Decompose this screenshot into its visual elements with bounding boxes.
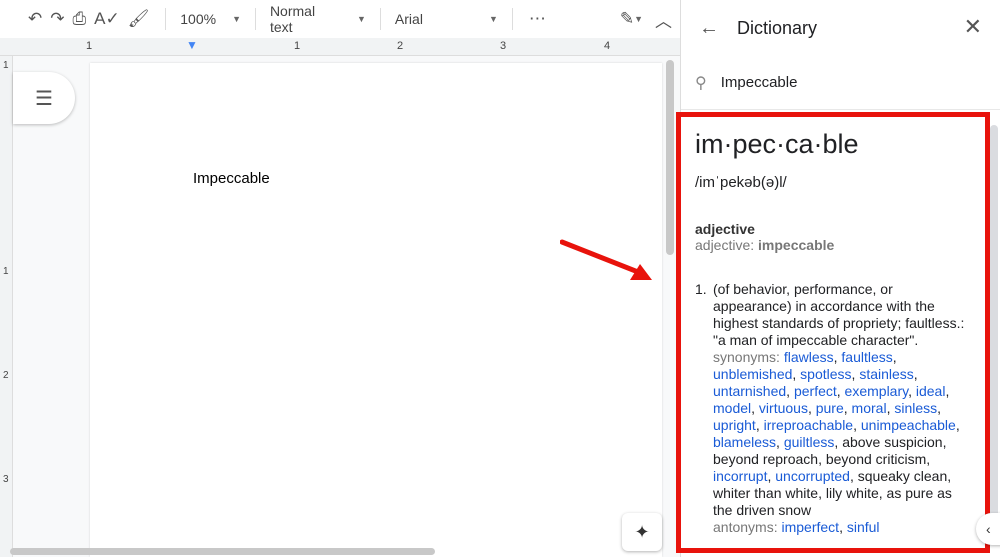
explore-button[interactable]: ✦ [622, 513, 662, 551]
search-icon: ⚲ [695, 74, 707, 92]
vertical-scrollbar[interactable] [666, 60, 674, 255]
panel-title: Dictionary [737, 17, 818, 38]
editing-mode-icon[interactable]: ✎ ▼ [620, 5, 643, 33]
collapse-toolbar-icon[interactable]: ︿ [655, 5, 672, 33]
vertical-ruler[interactable]: 1 1 2 3 [0, 56, 13, 557]
toolbar: ↶ ↷ ⎙ A✓ 🖌 100% ▼ Normal text ▼ Arial ▼ ⋯ ✎… [0, 0, 680, 38]
collapse-panel-button[interactable]: ‹ [976, 513, 1000, 545]
explore-icon: ✦ [634, 521, 650, 542]
paint-format-icon[interactable]: 🖌 [128, 5, 150, 33]
divider [254, 8, 256, 30]
divider [511, 8, 513, 30]
outline-icon: ☰ [35, 87, 53, 110]
ruler-label: 2 [3, 370, 9, 381]
horizontal-ruler[interactable]: 1 ▼ 1 2 3 4 [0, 38, 680, 56]
back-arrow-icon[interactable]: ← [699, 17, 719, 40]
font-value: Arial [394, 11, 423, 27]
chevron-down-icon: ▼ [488, 14, 498, 24]
document-text[interactable]: Impeccable [193, 170, 270, 187]
close-icon[interactable]: ✕ [964, 14, 982, 40]
highlight-box-annotation [676, 112, 990, 553]
undo-icon[interactable]: ↶ [28, 5, 42, 33]
spellcheck-icon[interactable]: A✓ [94, 5, 120, 33]
zoom-value: 100% [180, 11, 217, 27]
chevron-down-icon: ▼ [357, 14, 366, 24]
font-dropdown[interactable]: Arial ▼ [389, 11, 504, 27]
ruler-label: 4 [604, 40, 611, 52]
divider [165, 8, 167, 30]
redo-icon[interactable]: ↷ [50, 5, 64, 33]
indent-marker-icon[interactable]: ▼ [186, 38, 198, 52]
more-icon[interactable]: ⋯ [529, 5, 546, 33]
divider [379, 8, 381, 30]
style-dropdown[interactable]: Normal text ▼ [264, 3, 372, 35]
document-page[interactable]: Impeccable [90, 63, 662, 557]
chevron-down-icon: ▼ [232, 14, 241, 24]
ruler-label: 3 [3, 474, 9, 485]
ruler-label: 1 [86, 40, 93, 52]
style-value: Normal text [269, 3, 316, 35]
zoom-dropdown[interactable]: 100% ▼ [174, 11, 247, 27]
ruler-label: 2 [397, 40, 404, 52]
ruler-label: 1 [3, 266, 9, 277]
dictionary-search-input[interactable]: ⚲ Impeccable [681, 56, 1000, 110]
red-arrow-annotation [560, 239, 652, 280]
print-icon[interactable]: ⎙ [73, 5, 87, 33]
ruler-label: 3 [500, 40, 507, 52]
horizontal-scrollbar[interactable] [10, 548, 435, 555]
search-value: Impeccable [720, 74, 798, 91]
ruler-label: 1 [294, 40, 301, 52]
ruler-label: 1 [3, 60, 9, 71]
chevron-left-icon: ‹ [986, 521, 991, 537]
panel-scrollbar[interactable] [990, 125, 998, 545]
document-outline-button[interactable]: ☰ [13, 72, 75, 124]
